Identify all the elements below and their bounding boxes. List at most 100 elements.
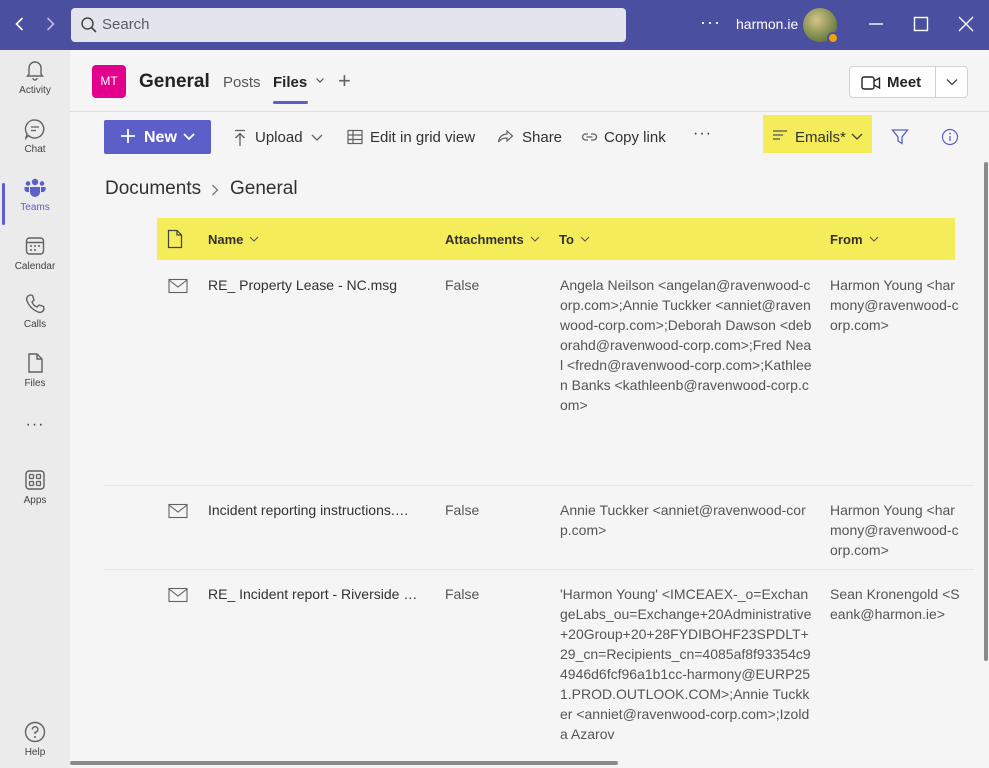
chevron-down-icon bbox=[580, 236, 590, 242]
tab-posts[interactable]: Posts bbox=[223, 74, 261, 91]
search-input[interactable]: Search bbox=[71, 8, 626, 42]
chevron-down-icon bbox=[316, 78, 325, 83]
table-header: Name Attachments To From bbox=[157, 218, 955, 260]
channel-header: MT General Posts Files + Meet bbox=[70, 50, 989, 112]
rail-label: Teams bbox=[20, 202, 50, 213]
chevron-down-icon bbox=[946, 79, 958, 86]
avatar[interactable] bbox=[803, 8, 839, 44]
column-label: From bbox=[830, 232, 863, 247]
upload-label: Upload bbox=[255, 129, 303, 146]
attachments-value: False bbox=[445, 502, 480, 518]
chevron-down-icon bbox=[311, 134, 323, 141]
new-button[interactable]: New bbox=[104, 120, 211, 154]
column-header-to[interactable]: To bbox=[559, 232, 590, 247]
teams-icon bbox=[24, 178, 46, 197]
tab-files-label: Files bbox=[273, 74, 308, 91]
team-avatar[interactable]: MT bbox=[92, 65, 126, 98]
breadcrumb-documents[interactable]: Documents bbox=[105, 178, 201, 200]
chevron-down-icon bbox=[250, 236, 259, 242]
file-name[interactable]: RE_ Incident report - Riverside .msg bbox=[208, 584, 420, 604]
info-icon bbox=[941, 128, 959, 146]
meet-button-group: Meet bbox=[849, 66, 968, 98]
upload-button[interactable]: Upload bbox=[232, 129, 327, 149]
filter-icon bbox=[891, 129, 909, 145]
view-selector[interactable]: Emails* bbox=[763, 115, 872, 153]
rail-item-teams[interactable]: Teams bbox=[0, 175, 70, 231]
rail-label: Chat bbox=[24, 144, 46, 155]
from-value: Sean Kronengold <Seank@harmon.ie> bbox=[830, 586, 960, 622]
help-icon bbox=[24, 721, 46, 743]
rail-item-chat[interactable]: Chat bbox=[0, 117, 70, 173]
upload-icon bbox=[235, 129, 245, 146]
to-value: 'Harmon Young' <IMCEAEX-_o=ExchangeLabs_… bbox=[560, 586, 812, 742]
channel-name: General bbox=[139, 71, 210, 92]
settings-more-button[interactable]: ··· bbox=[700, 12, 721, 33]
org-name[interactable]: harmon.ie bbox=[736, 16, 798, 32]
more-commands-button[interactable]: ··· bbox=[693, 125, 712, 143]
maximize-icon[interactable] bbox=[909, 12, 933, 36]
file-type-icon[interactable] bbox=[167, 229, 183, 249]
column-header-from[interactable]: From bbox=[830, 232, 879, 247]
chevron-down-icon bbox=[851, 133, 863, 140]
plus-icon bbox=[119, 125, 137, 151]
rail-item-activity[interactable]: Activity bbox=[0, 58, 70, 114]
table-row[interactable]: RE_ Incident report - Riverside .msg Fal… bbox=[104, 570, 974, 768]
meet-dropdown-button[interactable] bbox=[936, 67, 968, 97]
grid-icon bbox=[347, 129, 363, 145]
close-icon[interactable] bbox=[954, 12, 978, 36]
rail-item-calls[interactable]: Calls bbox=[0, 292, 70, 348]
file-name[interactable]: Incident reporting instructions.msg bbox=[208, 500, 420, 520]
chat-icon bbox=[24, 119, 45, 141]
more-icon: ··· bbox=[25, 416, 45, 433]
minimize-icon[interactable] bbox=[864, 12, 888, 36]
meet-button[interactable]: Meet bbox=[850, 67, 936, 97]
info-button[interactable] bbox=[941, 128, 959, 151]
new-label: New bbox=[144, 129, 177, 146]
horizontal-scrollbar[interactable] bbox=[70, 761, 618, 765]
status-badge bbox=[827, 32, 839, 44]
rail-item-files[interactable]: Files bbox=[0, 351, 70, 407]
email-icon bbox=[168, 503, 188, 519]
to-value: Annie Tuckker <anniet@ravenwood-corp.com… bbox=[560, 502, 806, 538]
rail-item-help[interactable]: Help bbox=[0, 720, 70, 768]
share-label: Share bbox=[522, 129, 563, 146]
filter-button[interactable] bbox=[891, 128, 909, 151]
vertical-scrollbar[interactable] bbox=[984, 162, 988, 661]
chevron-down-icon bbox=[869, 236, 878, 242]
attachments-value: False bbox=[445, 586, 480, 602]
rail-label: Help bbox=[24, 747, 46, 758]
column-header-name[interactable]: Name bbox=[208, 232, 259, 247]
rail-label: Activity bbox=[19, 85, 51, 96]
calendar-icon bbox=[25, 237, 45, 255]
table-row[interactable]: Incident reporting instructions.msg Fals… bbox=[104, 486, 974, 570]
files-content: New Upload Edit in grid view Share Copy … bbox=[70, 113, 989, 768]
forward-arrow-icon[interactable] bbox=[40, 14, 60, 34]
chevron-down-icon bbox=[530, 236, 540, 242]
rail-label: Files bbox=[24, 378, 46, 389]
table-row[interactable]: RE_ Property Lease - NC.msg False Angela… bbox=[104, 261, 974, 486]
rail-label: Calls bbox=[23, 319, 47, 330]
add-tab-button[interactable]: + bbox=[338, 68, 351, 94]
share-icon bbox=[497, 129, 514, 143]
title-bar: Search ··· harmon.ie bbox=[0, 0, 989, 50]
from-value: Harmon Young <harmony@ravenwood-corp.com… bbox=[830, 277, 959, 333]
back-arrow-icon[interactable] bbox=[10, 14, 30, 34]
from-value: Harmon Young <harmony@ravenwood-corp.com… bbox=[830, 502, 959, 558]
apps-icon bbox=[25, 470, 45, 490]
rail-item-apps[interactable]: Apps bbox=[0, 468, 70, 524]
search-icon bbox=[81, 17, 97, 33]
email-icon bbox=[168, 587, 188, 603]
bell-icon bbox=[26, 61, 44, 81]
breadcrumb-general: General bbox=[230, 178, 298, 199]
phone-icon bbox=[25, 294, 45, 314]
rail-item-calendar[interactable]: Calendar bbox=[0, 234, 70, 290]
column-label: To bbox=[559, 232, 574, 247]
rail-item-more[interactable]: ··· bbox=[0, 416, 70, 440]
share-button[interactable]: Share bbox=[497, 129, 563, 149]
edit-grid-view-button[interactable]: Edit in grid view bbox=[347, 129, 477, 149]
column-header-attachments[interactable]: Attachments bbox=[445, 232, 540, 247]
file-name[interactable]: RE_ Property Lease - NC.msg bbox=[208, 275, 420, 295]
tab-files[interactable]: Files bbox=[273, 74, 326, 104]
view-label: Emails* bbox=[795, 129, 846, 146]
copy-link-button[interactable]: Copy link bbox=[581, 129, 667, 149]
